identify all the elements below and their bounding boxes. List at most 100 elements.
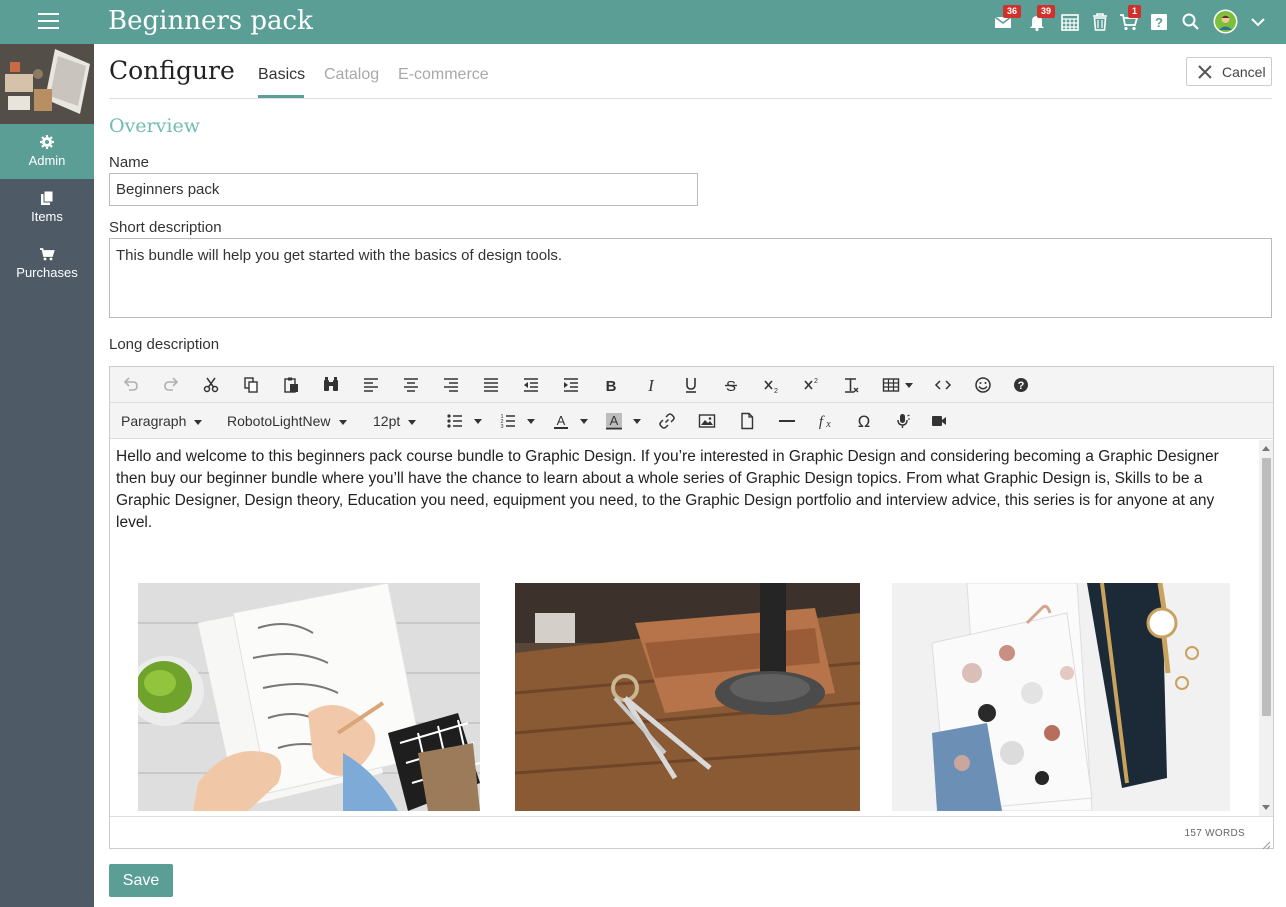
svg-text:B: B bbox=[606, 378, 617, 394]
scroll-thumb[interactable] bbox=[1262, 458, 1271, 716]
clear-format-icon[interactable] bbox=[842, 376, 860, 394]
short-description-field[interactable]: This bundle will help you get started wi… bbox=[109, 238, 1272, 318]
link-icon[interactable] bbox=[658, 412, 676, 430]
font-size-value: 12pt bbox=[373, 413, 401, 429]
short-description-label: Short description bbox=[109, 219, 222, 236]
search-icon[interactable] bbox=[1180, 11, 1202, 33]
tab-basics[interactable]: Basics bbox=[258, 66, 305, 84]
sidebar-item-label: Admin bbox=[28, 153, 66, 168]
svg-text:A: A bbox=[610, 413, 619, 428]
lettering-photo[interactable] bbox=[138, 583, 480, 811]
sidebar-item-purchases[interactable]: Purchases bbox=[0, 236, 94, 291]
svg-text:f: f bbox=[819, 414, 825, 430]
documents-icon bbox=[39, 190, 55, 206]
long-description-label: Long description bbox=[109, 336, 220, 353]
align-left-icon[interactable] bbox=[362, 376, 380, 394]
video-icon[interactable] bbox=[930, 412, 948, 430]
editor-content-text: Hello and welcome to this beginners pack… bbox=[116, 448, 1219, 531]
sidebar: Admin Items Purchases bbox=[0, 44, 94, 907]
notebook-flatlay-photo[interactable] bbox=[892, 583, 1230, 811]
bold-icon[interactable]: B bbox=[602, 376, 620, 394]
svg-text:?: ? bbox=[1155, 15, 1163, 30]
source-code-icon[interactable] bbox=[934, 376, 952, 394]
editor-toolbar-row-1: B I S 2 2 ? bbox=[110, 367, 1273, 403]
help-icon[interactable]: ? bbox=[1012, 376, 1030, 394]
font-size-select[interactable]: 12pt bbox=[373, 413, 417, 429]
messages-icon[interactable]: 36 bbox=[993, 5, 1022, 33]
text-color-icon[interactable]: A bbox=[552, 412, 570, 430]
desk-compass-photo[interactable] bbox=[515, 583, 860, 811]
formula-icon[interactable]: fx bbox=[816, 412, 834, 430]
top-bar: Beginners pack 36 39 1 ? bbox=[0, 0, 1286, 44]
help-icon[interactable]: ? bbox=[1148, 11, 1170, 33]
svg-text:x: x bbox=[825, 419, 831, 430]
sidebar-item-items[interactable]: Items bbox=[0, 180, 94, 235]
page-icon[interactable] bbox=[738, 412, 756, 430]
cut-icon[interactable] bbox=[202, 376, 220, 394]
scroll-up-arrow[interactable] bbox=[1262, 446, 1270, 451]
bundle-thumbnail bbox=[0, 44, 94, 124]
italic-icon[interactable]: I bbox=[642, 376, 660, 394]
undo-icon[interactable] bbox=[122, 376, 140, 394]
emoji-icon[interactable] bbox=[974, 376, 992, 394]
cart-icon bbox=[39, 246, 55, 262]
table-dropdown-caret[interactable] bbox=[905, 383, 913, 388]
horizontal-rule-icon[interactable] bbox=[778, 412, 796, 430]
find-icon[interactable] bbox=[322, 376, 340, 394]
indent-icon[interactable] bbox=[562, 376, 580, 394]
numbered-list-caret[interactable] bbox=[527, 419, 535, 424]
menu-icon[interactable] bbox=[38, 13, 59, 30]
editor-scrollbar[interactable] bbox=[1259, 440, 1273, 816]
bullet-list-caret[interactable] bbox=[474, 419, 482, 424]
redo-icon[interactable] bbox=[162, 376, 180, 394]
paste-icon[interactable] bbox=[282, 376, 300, 394]
background-color-caret[interactable] bbox=[633, 419, 641, 424]
table-icon[interactable] bbox=[882, 376, 900, 394]
save-button[interactable]: Save bbox=[109, 864, 173, 897]
speech-icon[interactable] bbox=[894, 412, 912, 430]
word-count: 157 WORDS bbox=[1184, 828, 1245, 839]
sidebar-item-admin[interactable]: Admin bbox=[0, 124, 94, 179]
editor-resize-handle[interactable] bbox=[1262, 837, 1271, 850]
calendar-icon[interactable] bbox=[1059, 11, 1081, 33]
chevron-down-icon[interactable] bbox=[1250, 11, 1266, 33]
app-title: Beginners pack bbox=[108, 6, 313, 36]
rich-text-editor: B I S 2 2 ? Paragraph RobotoLightNew 12p… bbox=[109, 366, 1274, 850]
cart-icon[interactable]: 1 bbox=[1118, 5, 1142, 33]
align-right-icon[interactable] bbox=[442, 376, 460, 394]
notifications-badge: 39 bbox=[1037, 5, 1056, 18]
background-color-icon[interactable]: A bbox=[605, 412, 623, 430]
subscript-icon[interactable]: 2 bbox=[762, 376, 780, 394]
numbered-list-icon[interactable]: 123 bbox=[499, 412, 517, 430]
svg-text:I: I bbox=[647, 376, 655, 394]
block-format-select[interactable]: Paragraph bbox=[121, 413, 203, 429]
align-center-icon[interactable] bbox=[402, 376, 420, 394]
cancel-button[interactable]: Cancel bbox=[1186, 57, 1272, 86]
bullet-list-icon[interactable] bbox=[446, 412, 464, 430]
copy-icon[interactable] bbox=[242, 376, 260, 394]
tab-catalog[interactable]: Catalog bbox=[324, 66, 379, 84]
align-justify-icon[interactable] bbox=[482, 376, 500, 394]
strikethrough-icon[interactable]: S bbox=[722, 376, 740, 394]
notifications-icon[interactable]: 39 bbox=[1027, 5, 1056, 33]
name-field[interactable] bbox=[109, 173, 698, 206]
gear-icon bbox=[39, 134, 55, 150]
scroll-down-arrow[interactable] bbox=[1262, 805, 1270, 810]
sidebar-item-label: Purchases bbox=[16, 265, 78, 280]
tab-e-commerce[interactable]: E-commerce bbox=[398, 66, 489, 84]
messages-badge: 36 bbox=[1003, 5, 1022, 18]
avatar[interactable] bbox=[1213, 9, 1238, 34]
svg-text:A: A bbox=[557, 413, 566, 428]
outdent-icon[interactable] bbox=[522, 376, 540, 394]
superscript-icon[interactable]: 2 bbox=[802, 376, 820, 394]
sidebar-item-label: Items bbox=[31, 209, 63, 224]
text-color-caret[interactable] bbox=[580, 419, 588, 424]
page-title: Configure bbox=[109, 56, 235, 85]
underline-icon[interactable] bbox=[682, 376, 700, 394]
editor-content-area[interactable]: Hello and welcome to this beginners pack… bbox=[110, 440, 1273, 816]
image-icon[interactable] bbox=[698, 412, 716, 430]
trash-icon[interactable] bbox=[1089, 11, 1111, 33]
special-character-icon[interactable]: Ω bbox=[855, 412, 873, 430]
font-family-select[interactable]: RobotoLightNew bbox=[227, 413, 347, 429]
block-format-value: Paragraph bbox=[121, 413, 187, 429]
